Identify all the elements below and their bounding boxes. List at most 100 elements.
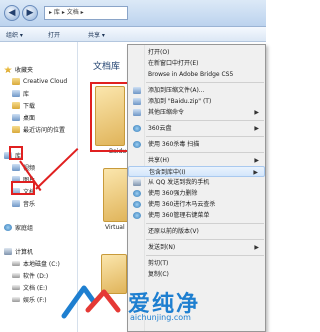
zip-icon xyxy=(133,98,141,105)
menu-item-add-zip[interactable]: 添加到 "Baidu.zip" (T) xyxy=(128,96,265,107)
menu-label: 发送到(N) xyxy=(148,244,176,251)
menu-label: 添加到压缩文件(A)... xyxy=(148,87,205,94)
nav-label: 娱乐 (F:) xyxy=(23,297,47,304)
drive-icon xyxy=(12,285,20,290)
nav-drive-e[interactable]: 文档 (E:) xyxy=(12,282,47,293)
menu-item-360-scan[interactable]: 使用 360杀毒 扫描 xyxy=(128,139,265,150)
baidu-folder-thumbnail[interactable] xyxy=(95,86,125,146)
antivirus-icon xyxy=(133,141,141,148)
menu-item-360-menu-manage[interactable]: 使用 360管理右键菜单 xyxy=(128,210,265,221)
address-bar[interactable]: ▸ 库 ▸ 文档 ▸ xyxy=(44,6,128,20)
desktop-icon xyxy=(12,114,20,121)
submenu-arrow-icon: ▶ xyxy=(253,169,258,176)
back-button[interactable]: ◀ xyxy=(4,5,20,21)
menu-item-copy[interactable]: 复制(C) xyxy=(128,269,265,280)
menu-item-share[interactable]: 共享(H) ▶ xyxy=(128,155,265,166)
menu-label: 其他压缩命令 xyxy=(148,109,185,116)
nav-item-downloads[interactable]: 下载 xyxy=(12,100,35,111)
nav-favorites[interactable]: 收藏夹 xyxy=(4,64,33,75)
nav-item-desktop[interactable]: 桌面 xyxy=(12,112,35,123)
forward-button[interactable]: ▶ xyxy=(22,5,38,21)
menu-separator xyxy=(146,120,264,121)
menu-item-add-archive[interactable]: 添加到压缩文件(A)... xyxy=(128,85,265,96)
menu-label: 打开(O) xyxy=(148,49,170,56)
menu-item-cut[interactable]: 剪切(T) xyxy=(128,258,265,269)
drive-icon xyxy=(12,297,20,302)
nav-homegroup[interactable]: 家庭组 xyxy=(4,222,33,233)
library-icon xyxy=(4,152,12,159)
document-library-icon xyxy=(12,188,20,195)
menu-item-include-in-library[interactable]: 包含到库中(I) ▶ xyxy=(128,166,265,177)
nav-label: 文档 xyxy=(23,189,36,196)
menu-label: 在新窗口中打开(E) xyxy=(148,60,199,67)
picture-library-icon xyxy=(12,176,20,183)
menu-label: 从 QQ 发送到我的手机 xyxy=(148,179,210,186)
music-library-icon xyxy=(12,200,20,207)
share-button[interactable]: 共享 ▾ xyxy=(88,30,105,39)
star-icon xyxy=(4,66,12,73)
menu-item-qq-send[interactable]: 从 QQ 发送到我的手机 xyxy=(128,177,265,188)
folder-label: Baidu xyxy=(109,148,127,155)
title-bar: ◀ ▶ ▸ 库 ▸ 文档 ▸ xyxy=(0,0,266,27)
menu-label: 使用 360杀毒 扫描 xyxy=(148,141,200,148)
menu-label: Browse in Adobe Bridge CS5 xyxy=(148,71,234,78)
nav-label: 文档 (E:) xyxy=(23,285,48,292)
menu-separator xyxy=(146,82,264,83)
nav-drive-c[interactable]: 本地磁盘 (C:) xyxy=(12,258,60,269)
menu-label: 复制(C) xyxy=(148,271,169,278)
nav-libraries[interactable]: 库 xyxy=(4,150,21,161)
nav-item-music[interactable]: 音乐 xyxy=(12,198,35,209)
menu-separator xyxy=(146,239,264,240)
menu-item-adobe-bridge[interactable]: Browse in Adobe Bridge CS5 xyxy=(128,69,265,80)
nav-label: 库 xyxy=(15,153,22,160)
menu-item-open-new-window[interactable]: 在新窗口中打开(E) xyxy=(128,58,265,69)
menu-item-open[interactable]: 打开(O) xyxy=(128,47,265,58)
watermark-logo-icon xyxy=(61,285,121,319)
nav-label: 桌面 xyxy=(23,115,36,122)
watermark-url: aichunjing.com xyxy=(130,313,191,322)
menu-label: 使用 360强力删除 xyxy=(148,190,198,197)
menu-item-360-trojan[interactable]: 使用 360进行木马云查杀 xyxy=(128,199,265,210)
nav-drive-d[interactable]: 软件 (D:) xyxy=(12,270,48,281)
download-folder-icon xyxy=(12,102,20,109)
submenu-arrow-icon: ▶ xyxy=(254,244,259,251)
compress-icon xyxy=(133,109,141,116)
nav-label: 软件 (D:) xyxy=(23,273,49,280)
drive-icon xyxy=(12,273,20,278)
nav-label: 最近访问的位置 xyxy=(23,127,66,134)
recent-places-icon xyxy=(12,126,20,133)
nav-item-recent[interactable]: 最近访问的位置 xyxy=(12,124,65,135)
nav-label: 本地磁盘 (C:) xyxy=(23,261,60,268)
archive-icon xyxy=(133,87,141,94)
delete-icon xyxy=(133,190,141,197)
nav-item-creative-cloud[interactable]: Creative Cloud xyxy=(12,76,67,87)
nav-item-documents[interactable]: 文档 xyxy=(12,186,35,197)
menu-item-other-compress[interactable]: 其他压缩命令 ▶ xyxy=(128,107,265,118)
nav-drive-f[interactable]: 娱乐 (F:) xyxy=(12,294,47,305)
menu-item-360-cloud[interactable]: 360云盘 ▶ xyxy=(128,123,265,134)
nav-item-library[interactable]: 库 xyxy=(12,88,29,99)
menu-label: 使用 360进行木马云查杀 xyxy=(148,201,216,208)
submenu-arrow-icon: ▶ xyxy=(254,125,259,132)
menu-item-restore-versions[interactable]: 还原以前的版本(V) xyxy=(128,226,265,237)
nav-label: 音乐 xyxy=(23,201,36,208)
shield-icon xyxy=(133,201,141,208)
menu-label: 共享(H) xyxy=(148,157,170,164)
menu-item-360-delete[interactable]: 使用 360强力删除 xyxy=(128,188,265,199)
computer-icon xyxy=(4,248,12,255)
menu-label: 还原以前的版本(V) xyxy=(148,228,199,235)
open-button[interactable]: 打开 xyxy=(48,30,60,39)
menu-label: 使用 360管理右键菜单 xyxy=(148,212,210,219)
library-icon xyxy=(12,90,20,97)
nav-label: 下载 xyxy=(23,103,36,110)
nav-label: Creative Cloud xyxy=(23,78,68,85)
nav-computer[interactable]: 计算机 xyxy=(4,246,33,257)
submenu-arrow-icon: ▶ xyxy=(254,109,259,116)
menu-separator xyxy=(146,255,264,256)
settings-icon xyxy=(133,212,141,219)
organize-button[interactable]: 组织 ▾ xyxy=(6,30,23,39)
menu-label: 添加到 "Baidu.zip" (T) xyxy=(148,98,212,105)
menu-item-send-to[interactable]: 发送到(N) ▶ xyxy=(128,242,265,253)
menu-separator xyxy=(146,152,264,153)
menu-label: 包含到库中(I) xyxy=(149,169,186,176)
